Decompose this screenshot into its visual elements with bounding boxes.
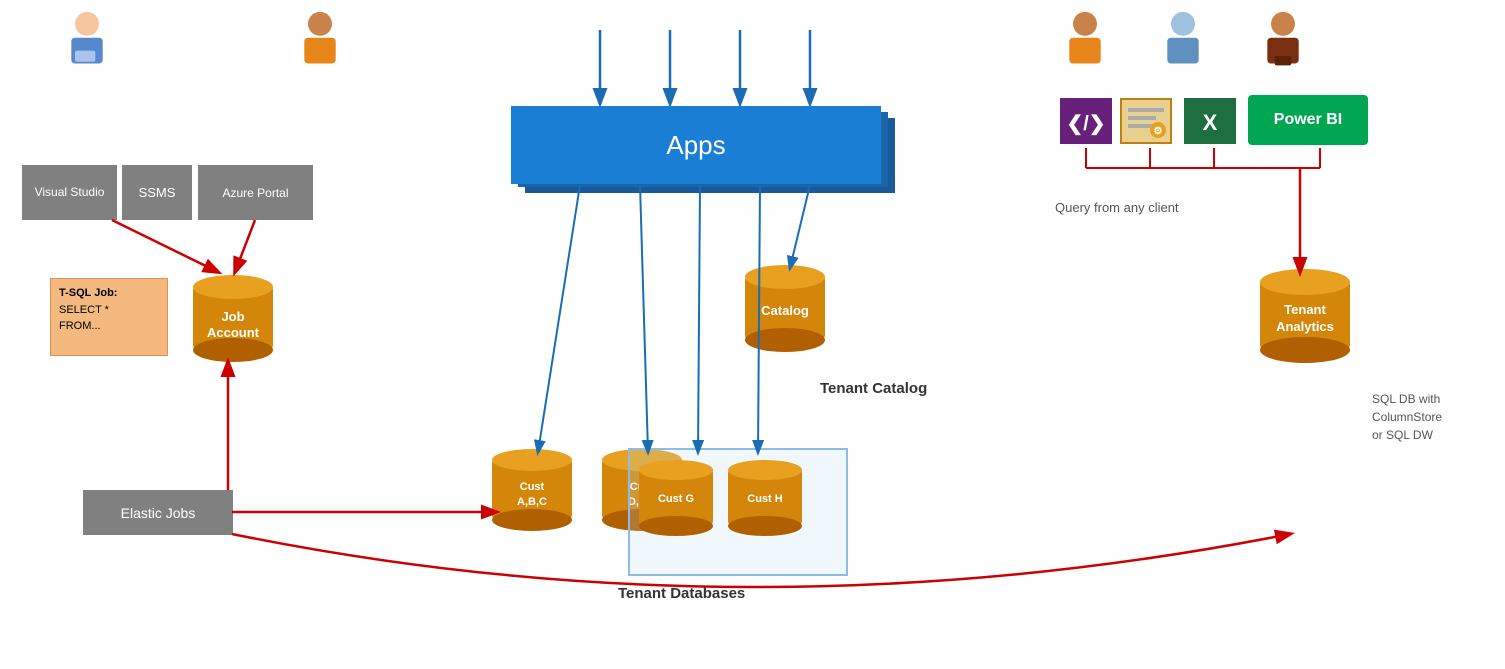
- svg-text:Cust G: Cust G: [658, 493, 694, 505]
- apps-main-box: Apps: [511, 106, 881, 184]
- sql-job-code: SELECT *FROM...: [59, 304, 109, 333]
- sql-job-box: T-SQL Job: SELECT *FROM...: [50, 278, 168, 356]
- svg-text:Cust: Cust: [520, 481, 545, 493]
- svg-text:Tenant: Tenant: [1284, 302, 1326, 317]
- svg-text:Cust H: Cust H: [747, 493, 783, 505]
- tenant-catalog-label: Tenant Catalog: [820, 380, 927, 397]
- visual-studio-icon: ❮/❯: [1060, 98, 1112, 144]
- svg-text:❮/❯: ❮/❯: [1066, 113, 1105, 136]
- svg-text:Catalog: Catalog: [761, 303, 809, 318]
- sql-dw-label: SQL DB withColumnStoreor SQL DW: [1372, 390, 1442, 444]
- person-admin: [295, 10, 345, 70]
- tenant-databases-label: Tenant Databases: [618, 585, 745, 602]
- ssms-box: SSMS: [122, 165, 192, 220]
- svg-text:X: X: [1203, 110, 1218, 135]
- elastic-jobs-box: Elastic Jobs: [83, 490, 233, 535]
- ssdt-icon: ⚙: [1120, 98, 1172, 144]
- svg-text:Job: Job: [221, 309, 244, 324]
- person-developer: [62, 10, 112, 70]
- job-account-cylinder: Job Account: [188, 265, 278, 365]
- svg-text:Analytics: Analytics: [1276, 319, 1334, 334]
- sql-job-title: T-SQL Job:: [59, 287, 117, 299]
- person-analyst-1: [1060, 10, 1110, 70]
- cust-h-cylinder: Cust H: [724, 452, 806, 542]
- azure-portal-box: Azure Portal: [198, 165, 313, 220]
- query-label: Query from any client: [1055, 200, 1179, 215]
- svg-text:A,B,C: A,B,C: [517, 496, 547, 508]
- excel-icon: X: [1184, 98, 1236, 144]
- visual-studio-box: Visual Studio: [22, 165, 117, 220]
- cust-abc-cylinder: Cust A,B,C: [488, 440, 576, 535]
- catalog-cylinder: Catalog: [740, 255, 830, 355]
- diagram: Visual Studio SSMS Azure Portal T-SQL Jo…: [0, 0, 1505, 669]
- cust-g-cylinder: Cust G: [635, 452, 717, 542]
- svg-text:Account: Account: [207, 325, 260, 340]
- powerbi-button[interactable]: Power BI: [1248, 95, 1368, 145]
- tenant-analytics-cylinder: Tenant Analytics: [1256, 258, 1354, 366]
- person-analyst-2: [1158, 10, 1208, 70]
- svg-text:⚙: ⚙: [1154, 126, 1163, 137]
- person-analyst-3: [1258, 10, 1308, 70]
